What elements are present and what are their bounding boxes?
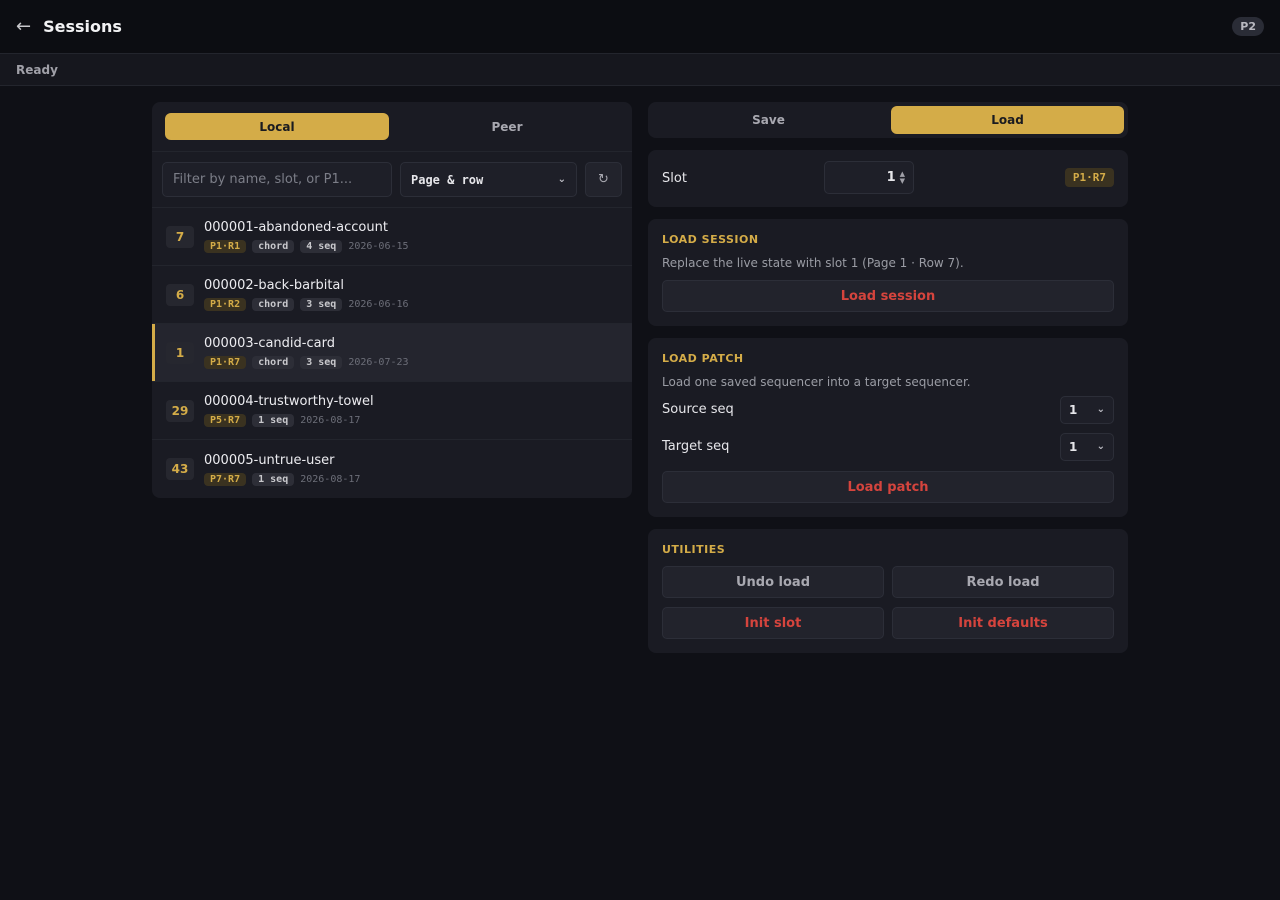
- session-row[interactable]: 29 000004-trustworthy-towel P5·R7 1 seq …: [152, 382, 632, 440]
- load-patch-description: Load one saved sequencer into a target s…: [662, 375, 971, 389]
- utilities-card: UTILITIES Undo load Redo load Init slot …: [648, 529, 1128, 653]
- chevron-down-icon: ⌄: [557, 174, 566, 185]
- init-slot-button[interactable]: Init slot: [662, 607, 884, 639]
- tag-pill: 4 seq: [300, 240, 343, 253]
- session-date: 2026-08-17: [300, 473, 361, 485]
- position-pill: P1·R7: [204, 356, 247, 369]
- filter-input[interactable]: [162, 162, 392, 197]
- tab-save[interactable]: Save: [652, 106, 885, 134]
- load-patch-button[interactable]: Load patch: [662, 471, 1114, 503]
- session-date: 2026-06-15: [348, 241, 409, 252]
- slot-value: 1: [886, 170, 896, 185]
- target-seq-value: 1: [1069, 439, 1078, 454]
- session-name: 000004-trustworthy-towel: [204, 394, 374, 409]
- filter-bar: Page & row ⌄ ↻: [152, 152, 632, 208]
- slot-stepper[interactable]: 1 ▲ ▼: [824, 161, 914, 194]
- source-seq-value: 1: [1069, 402, 1078, 417]
- sort-select[interactable]: Page & row ⌄: [400, 162, 577, 197]
- slot-label: Slot: [662, 171, 687, 186]
- target-seq-row: Target seq 1 ⌄: [662, 428, 1114, 465]
- load-session-button[interactable]: Load session: [662, 280, 1114, 312]
- tag-pill: 3 seq: [300, 298, 343, 311]
- chevron-down-icon: ⌄: [1096, 404, 1105, 415]
- session-list-panel: Local Peer Page & row ⌄ ↻ 7 000001-aband…: [152, 102, 632, 498]
- session-name: 000002-back-barbital: [204, 278, 345, 293]
- init-defaults-button[interactable]: Init defaults: [892, 607, 1114, 639]
- tag-pill: 3 seq: [300, 356, 343, 369]
- position-pill: P5·R7: [204, 414, 247, 427]
- session-date: 2026-08-17: [300, 415, 361, 426]
- source-toggle: Local Peer: [152, 102, 632, 152]
- slot-card: Slot 1 ▲ ▼ P1·R7: [648, 150, 1128, 207]
- load-session-title: LOAD SESSION: [662, 233, 759, 246]
- session-row[interactable]: 43 000005-untrue-user P7·R7 1 seq 2026-0…: [152, 440, 632, 498]
- chevron-down-icon: ⌄: [1096, 441, 1105, 452]
- redo-load-button[interactable]: Redo load: [892, 566, 1114, 598]
- load-patch-card: LOAD PATCH Load one saved sequencer into…: [648, 338, 1128, 517]
- tab-load[interactable]: Load: [891, 106, 1124, 134]
- slot-number: 6: [166, 283, 194, 306]
- mode-tabs: Save Load: [648, 102, 1128, 138]
- refresh-button[interactable]: ↻: [585, 162, 622, 197]
- position-pill: P1·R1: [204, 240, 247, 253]
- source-seq-row: Source seq 1 ⌄: [662, 391, 1114, 428]
- source-peer-button[interactable]: Peer: [395, 113, 619, 140]
- session-date: 2026-06-16: [348, 299, 409, 310]
- session-name: 000005-untrue-user: [204, 452, 335, 468]
- load-session-description: Replace the live state with slot 1 (Page…: [662, 256, 964, 270]
- peer-badge: P2: [1232, 17, 1264, 36]
- tag-pill: chord: [252, 298, 295, 311]
- status-text: Ready: [16, 62, 58, 77]
- slot-number: 7: [166, 225, 194, 248]
- slot-number: 29: [166, 399, 194, 422]
- load-session-card: LOAD SESSION Replace the live state with…: [648, 219, 1128, 326]
- source-seq-select[interactable]: 1 ⌄: [1060, 395, 1114, 424]
- action-panel: Save Load Slot 1 ▲ ▼ P1·R7 LOAD SESSION R…: [648, 102, 1128, 653]
- top-bar: ← Sessions P2: [0, 0, 1280, 54]
- position-pill: P7·R7: [204, 472, 247, 486]
- tag-pill: 1 seq: [252, 472, 295, 486]
- target-seq-label: Target seq: [662, 439, 730, 454]
- page-title: Sessions: [43, 17, 122, 36]
- tag-pill: chord: [252, 240, 295, 253]
- utilities-title: UTILITIES: [662, 543, 726, 556]
- slot-number: 43: [166, 458, 194, 480]
- target-seq-select[interactable]: 1 ⌄: [1060, 432, 1114, 461]
- undo-load-button[interactable]: Undo load: [662, 566, 884, 598]
- spinner-arrows-icon[interactable]: ▲ ▼: [900, 170, 905, 185]
- tag-pill: 1 seq: [252, 414, 295, 427]
- session-date: 2026-07-23: [348, 357, 409, 368]
- back-arrow-icon[interactable]: ←: [16, 16, 31, 37]
- session-row[interactable]: 6 000002-back-barbital P1·R2 chord 3 seq…: [152, 266, 632, 324]
- session-row-selected[interactable]: 1 000003-candid-card P1·R7 chord 3 seq 2…: [152, 324, 632, 382]
- load-patch-title: LOAD PATCH: [662, 352, 744, 365]
- source-local-button[interactable]: Local: [165, 113, 389, 140]
- status-bar: Ready: [0, 54, 1280, 86]
- tag-pill: chord: [252, 356, 295, 369]
- session-name: 000003-candid-card: [204, 336, 335, 351]
- session-name: 000001-abandoned-account: [204, 220, 388, 235]
- refresh-icon: ↻: [598, 172, 609, 187]
- slot-position-badge: P1·R7: [1064, 168, 1114, 187]
- position-pill: P1·R2: [204, 298, 247, 311]
- slot-number: 1: [166, 341, 194, 364]
- source-seq-label: Source seq: [662, 402, 734, 417]
- sort-select-value: Page & row: [411, 172, 484, 187]
- session-row[interactable]: 7 000001-abandoned-account P1·R1 chord 4…: [152, 208, 632, 266]
